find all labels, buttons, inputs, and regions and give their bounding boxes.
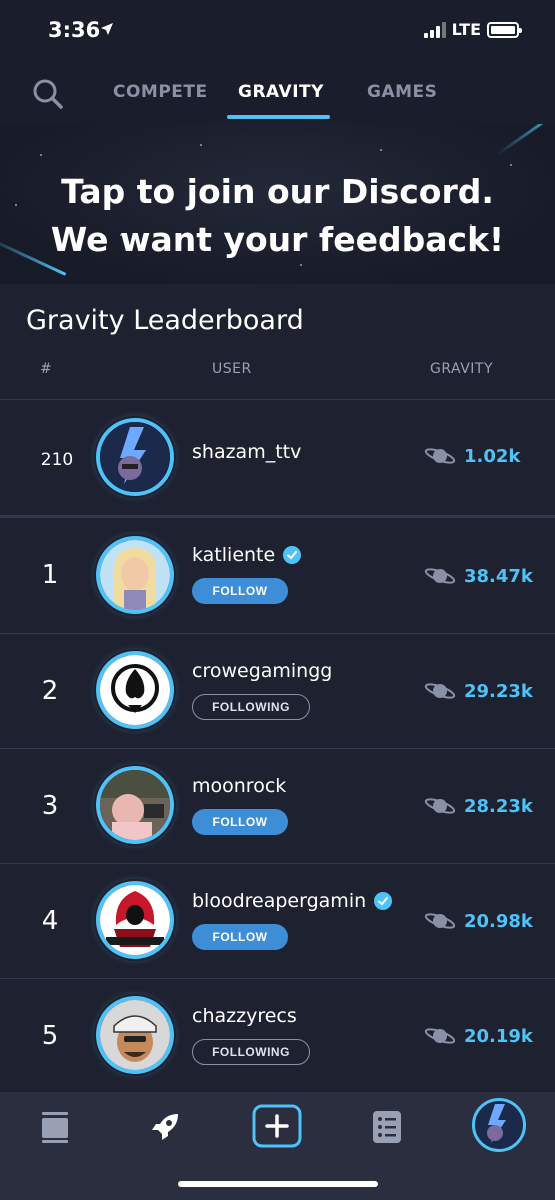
tab-games[interactable]: GAMES [367,82,437,102]
planet-icon [424,448,456,464]
gravity-value: 20.98k [464,910,533,932]
username-text: bloodreapergamin [192,890,367,912]
status-indicators: LTE [423,20,522,39]
avatar[interactable] [96,536,174,614]
column-header-gravity: GRAVITY [430,361,493,377]
planet-icon [424,683,456,699]
planet-icon [424,798,456,814]
list-icon[interactable] [370,1110,404,1144]
gravity-value: 1.02k [464,445,521,467]
planet-icon [424,913,456,929]
signal-icon [423,21,446,38]
battery-icon [487,21,522,38]
gravity-score: 1.02k [424,445,520,467]
username[interactable]: chazzyrecs [192,1005,297,1027]
table-row[interactable]: 2 crowegamingg FOLLOWING 29.23k [0,633,555,748]
username-text: shazam_ttv [192,441,302,463]
following-button[interactable]: FOLLOWING [192,1039,310,1065]
username[interactable]: moonrock [192,775,286,797]
search-icon[interactable] [32,78,64,110]
tab-gravity[interactable]: GRAVITY [238,82,324,102]
add-icon[interactable] [252,1104,302,1148]
column-header-rank: # [40,361,53,377]
status-time: 3:36 [48,18,101,42]
table-row[interactable]: 3 moonrock FOLLOW 28.23k [0,748,555,863]
table-row[interactable]: 4 bloodreapergamin FOLLOW 20.98k [0,863,555,978]
home-indicator [178,1181,378,1187]
network-label: LTE [451,20,481,39]
avatar[interactable] [96,766,174,844]
gravity-score: 20.98k [424,910,533,932]
status-bar: 3:36 LTE [0,0,555,62]
rank: 2 [41,676,59,706]
follow-button[interactable]: FOLLOW [192,578,288,604]
gravity-score: 20.19k [424,1025,533,1047]
username[interactable]: bloodreapergamin [192,890,393,912]
username-text: moonrock [192,775,287,797]
rank: 210 [40,450,74,470]
gravity-value: 28.23k [464,795,533,817]
table-row[interactable]: 5 chazzyrecs FOLLOWING 20.19k [0,978,555,1093]
rank: 3 [41,791,59,821]
feed-icon[interactable] [38,1110,72,1144]
username[interactable]: crowegamingg [192,660,332,682]
gravity-value: 20.19k [464,1025,533,1047]
location-arrow-icon [101,23,113,35]
username-text: chazzyrecs [192,1005,297,1027]
gravity-score: 38.47k [424,565,533,587]
discord-banner[interactable]: Tap to join our Discord. We want your fe… [0,124,555,284]
rank: 5 [41,1021,59,1051]
profile-avatar[interactable] [472,1098,526,1152]
username-text: crowegamingg [192,660,333,682]
current-user-row[interactable]: 210 shazam_ttv 1.02k [0,400,555,515]
gravity-value: 29.23k [464,680,533,702]
banner-line-1: Tap to join our Discord. [61,172,494,211]
planet-icon [424,568,456,584]
username-text: katliente [192,544,276,566]
gravity-score: 28.23k [424,795,533,817]
verified-badge-icon [374,892,393,910]
follow-button[interactable]: FOLLOW [192,809,288,835]
avatar[interactable] [96,996,174,1074]
gravity-score: 29.23k [424,680,533,702]
active-tab-indicator [227,115,330,119]
avatar[interactable] [96,651,174,729]
follow-button[interactable]: FOLLOW [192,924,288,950]
table-row[interactable]: 1 katliente FOLLOW 38.47k [0,518,555,633]
top-nav: COMPETE GRAVITY GAMES [0,62,555,124]
rank: 1 [41,560,59,590]
following-button[interactable]: FOLLOWING [192,694,310,720]
verified-badge-icon [283,546,302,564]
avatar[interactable] [96,881,174,959]
leaderboard-title: Gravity Leaderboard [26,305,304,336]
gravity-value: 38.47k [464,565,533,587]
rocket-icon[interactable] [148,1110,182,1144]
tab-compete[interactable]: COMPETE [113,82,208,102]
column-header-user: USER [212,361,252,377]
rank: 4 [41,906,59,936]
avatar[interactable] [96,418,174,496]
username[interactable]: shazam_ttv [192,441,301,463]
banner-line-2: We want your feedback! [50,220,505,259]
username[interactable]: katliente [192,544,302,566]
planet-icon [424,1028,456,1044]
